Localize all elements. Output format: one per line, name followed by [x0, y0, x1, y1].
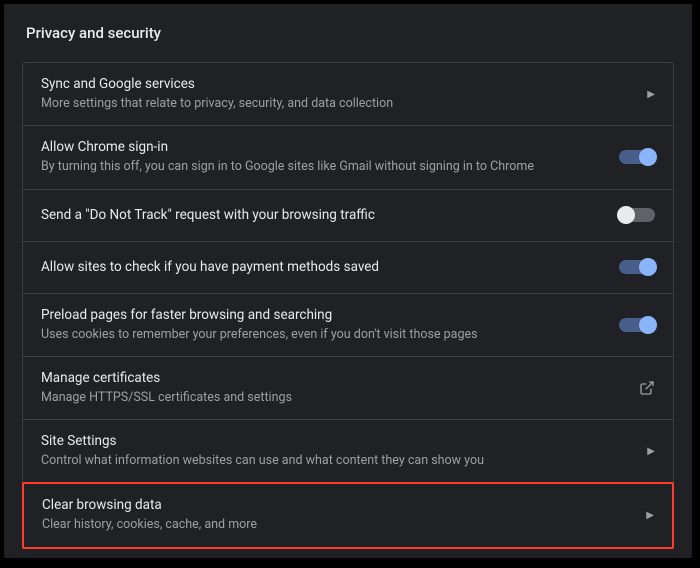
row-title: Allow sites to check if you have payment… — [41, 259, 603, 275]
row-text: Preload pages for faster browsing and se… — [41, 307, 619, 343]
row-title: Send a "Do Not Track" request with your … — [41, 207, 603, 223]
privacy-security-panel: Privacy and security Sync and Google ser… — [4, 4, 692, 558]
row-text: Clear browsing data Clear history, cooki… — [42, 497, 646, 533]
row-title: Sync and Google services — [41, 76, 631, 92]
row-text: Allow Chrome sign-in By turning this off… — [41, 139, 619, 175]
chevron-right-icon: ▶ — [646, 510, 654, 521]
row-text: Send a "Do Not Track" request with your … — [41, 207, 619, 223]
row-subtitle: Uses cookies to remember your preference… — [41, 327, 603, 343]
row-title: Clear browsing data — [42, 497, 630, 513]
row-clear-browsing-data[interactable]: Clear browsing data Clear history, cooki… — [22, 482, 674, 548]
row-manage-certificates[interactable]: Manage certificates Manage HTTPS/SSL cer… — [23, 357, 673, 420]
row-preload-pages[interactable]: Preload pages for faster browsing and se… — [23, 294, 673, 357]
row-title: Site Settings — [41, 433, 631, 449]
row-text: Manage certificates Manage HTTPS/SSL cer… — [41, 370, 639, 406]
row-text: Site Settings Control what information w… — [41, 433, 647, 469]
section-title: Privacy and security — [22, 24, 674, 42]
row-subtitle: Clear history, cookies, cache, and more — [42, 517, 630, 533]
chevron-right-icon: ▶ — [647, 89, 655, 100]
row-allow-chrome-signin[interactable]: Allow Chrome sign-in By turning this off… — [23, 126, 673, 189]
toggle-preload-pages[interactable] — [619, 318, 655, 332]
toggle-allow-chrome-signin[interactable] — [619, 150, 655, 164]
row-text: Allow sites to check if you have payment… — [41, 259, 619, 275]
row-do-not-track[interactable]: Send a "Do Not Track" request with your … — [23, 190, 673, 242]
row-text: Sync and Google services More settings t… — [41, 76, 647, 112]
row-subtitle: More settings that relate to privacy, se… — [41, 96, 631, 112]
toggle-payment-methods[interactable] — [619, 260, 655, 274]
row-title: Allow Chrome sign-in — [41, 139, 603, 155]
settings-list: Sync and Google services More settings t… — [22, 62, 674, 549]
row-sync-google-services[interactable]: Sync and Google services More settings t… — [23, 63, 673, 126]
row-subtitle: Control what information websites can us… — [41, 453, 631, 469]
row-site-settings[interactable]: Site Settings Control what information w… — [23, 420, 673, 483]
toggle-do-not-track[interactable] — [619, 208, 655, 222]
row-title: Manage certificates — [41, 370, 623, 386]
row-subtitle: By turning this off, you can sign in to … — [41, 159, 603, 175]
row-subtitle: Manage HTTPS/SSL certificates and settin… — [41, 390, 623, 406]
row-payment-methods[interactable]: Allow sites to check if you have payment… — [23, 242, 673, 294]
chevron-right-icon: ▶ — [647, 446, 655, 457]
external-link-icon — [639, 380, 655, 396]
row-title: Preload pages for faster browsing and se… — [41, 307, 603, 323]
